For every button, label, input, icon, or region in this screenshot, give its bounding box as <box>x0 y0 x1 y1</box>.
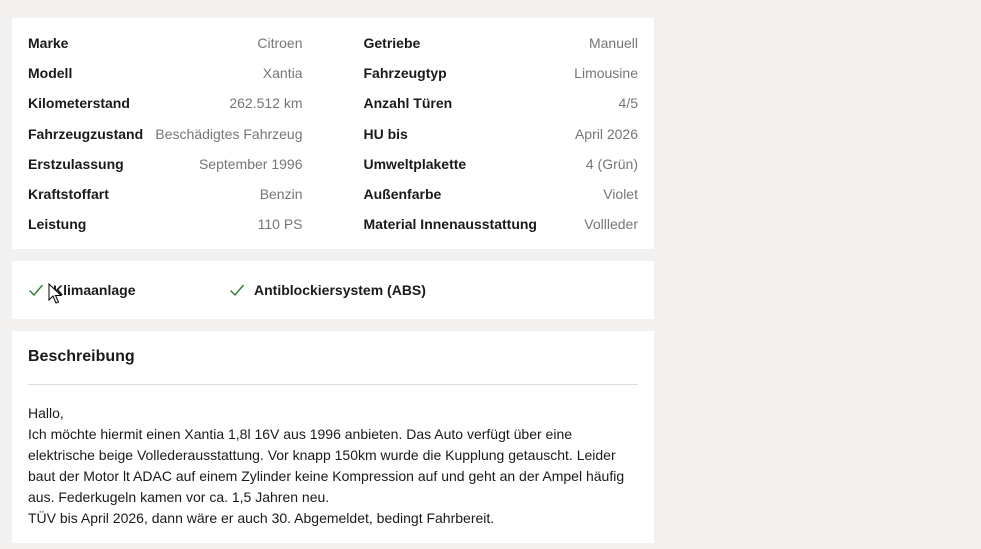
detail-label: Anzahl Türen <box>363 95 453 112</box>
vehicle-details-card: Marke Citroen Modell Xantia Kilometerstand… <box>12 18 654 249</box>
detail-value: Limousine <box>574 65 638 82</box>
detail-value: Xantia <box>262 65 303 82</box>
detail-label: Erstzulassung <box>28 155 124 172</box>
feature-label: Antiblockiersystem (ABS) <box>254 282 426 298</box>
detail-value: 262.512 km <box>229 95 303 112</box>
detail-row-make: Marke Citroen <box>28 28 303 58</box>
detail-label: Kraftstoffart <box>28 186 109 203</box>
detail-row-first-registration: Erstzulassung September 1996 <box>28 149 303 179</box>
detail-row-fuel: Kraftstoffart Benzin <box>28 179 303 209</box>
details-right-column: Getriebe Manuell Fahrzeugtyp Limousine Anz… <box>364 28 639 239</box>
description-title: Beschreibung <box>28 348 135 365</box>
detail-label: HU bis <box>363 125 408 142</box>
detail-label: Modell <box>28 65 73 82</box>
detail-value: Beschädigtes Fahrzeug <box>155 125 303 142</box>
feature-item: Antiblockiersystem (ABS) <box>229 282 426 298</box>
detail-label: Fahrzeugzustand <box>28 125 144 142</box>
detail-row-inspection: HU bis April 2026 <box>364 119 639 149</box>
detail-value: Citroen <box>257 35 303 52</box>
details-left-column: Marke Citroen Modell Xantia Kilometerstand… <box>28 28 303 239</box>
detail-row-vehicle-type: Fahrzeugtyp Limousine <box>364 58 639 88</box>
detail-row-model: Modell Xantia <box>28 58 303 88</box>
detail-label: Leistung <box>28 216 87 233</box>
detail-value: September 1996 <box>198 155 303 172</box>
detail-value: Benzin <box>259 186 303 203</box>
detail-value: Vollleder <box>584 216 638 233</box>
detail-value: April 2026 <box>574 125 638 142</box>
detail-value: Manuell <box>588 35 638 52</box>
detail-value: 110 PS <box>257 216 303 233</box>
detail-value: Violet <box>603 186 638 203</box>
check-icon <box>29 284 44 297</box>
feature-item: Klimaanlage <box>28 282 229 298</box>
detail-label: Fahrzeugtyp <box>363 65 447 82</box>
detail-label: Material Innenausstattung <box>363 216 537 233</box>
detail-label: Umweltplakette <box>363 155 467 172</box>
detail-row-doors: Anzahl Türen 4/5 <box>364 88 639 118</box>
features-card: Klimaanlage Antiblockiersystem (ABS) <box>12 261 654 319</box>
detail-row-interior-material: Material Innenausstattung Vollleder <box>364 209 639 239</box>
detail-row-condition: Fahrzeugzustand Beschädigtes Fahrzeug <box>28 119 303 149</box>
feature-label: Klimaanlage <box>53 282 136 298</box>
detail-row-power: Leistung 110 PS <box>28 209 303 239</box>
detail-value: 4 (Grün) <box>585 155 638 172</box>
detail-label: Kilometerstand <box>28 95 130 112</box>
detail-value: 4/5 <box>618 95 638 112</box>
description-text: Hallo, Ich möchte hiermit einen Xantia 1… <box>28 405 625 526</box>
divider <box>28 384 638 385</box>
detail-row-mileage: Kilometerstand 262.512 km <box>28 88 303 118</box>
detail-label: Außenfarbe <box>363 186 442 203</box>
detail-row-exterior-color: Außenfarbe Violet <box>364 179 639 209</box>
detail-label: Marke <box>28 35 69 52</box>
description-card: Beschreibung Hallo, Ich möchte hiermit e… <box>12 331 654 543</box>
detail-row-transmission: Getriebe Manuell <box>364 28 639 58</box>
detail-row-emission-sticker: Umweltplakette 4 (Grün) <box>364 149 639 179</box>
check-icon <box>230 284 245 297</box>
detail-label: Getriebe <box>363 35 421 52</box>
